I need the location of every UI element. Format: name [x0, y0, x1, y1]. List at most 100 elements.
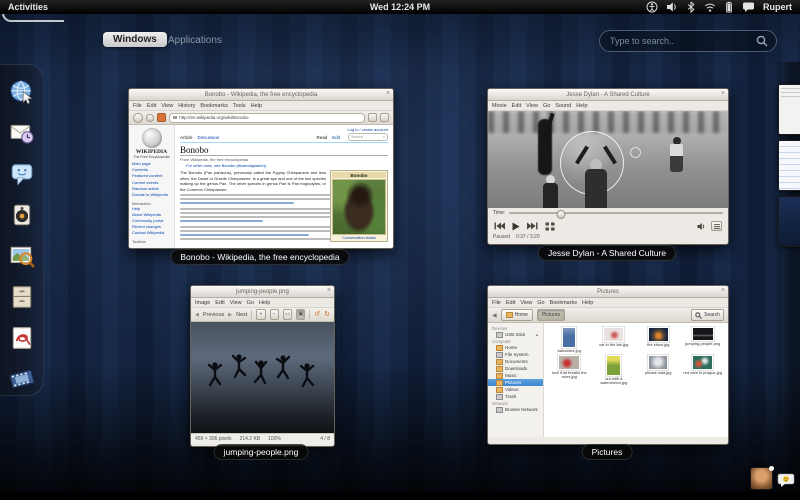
jumping-silhouettes — [207, 354, 315, 388]
wikipedia-page: WIKIPEDIA The Free Encyclopedia Main pag… — [129, 125, 393, 248]
file-item: jumping-people.png — [681, 328, 726, 353]
dock-item-rhythmbox[interactable] — [8, 201, 36, 229]
wiki-section-header: Toolbox — [132, 239, 146, 245]
file-item: fire show.jpg — [636, 328, 681, 353]
seek-slider — [509, 209, 723, 219]
workspace-thumbnail-1[interactable] — [778, 84, 800, 135]
mail-calendar-icon — [10, 124, 34, 144]
menu-image: Image — [195, 299, 211, 306]
image-dimensions: 459 × 306 pixels — [195, 436, 232, 442]
dock-item-documents[interactable] — [8, 324, 36, 352]
tab-windows[interactable]: Windows — [103, 32, 167, 47]
window-label-video: Jesse Dylan - A Shared Culture — [537, 245, 677, 261]
menu-sound: Sound — [555, 102, 572, 109]
fullscreen-icon — [545, 222, 555, 230]
next-icon — [527, 222, 538, 230]
video-title: Jesse Dylan - A Shared Culture — [566, 91, 650, 98]
window-video-player[interactable]: Jesse Dylan - A Shared Culture × Movie E… — [487, 88, 729, 245]
seek-handle — [556, 209, 566, 219]
image-menubar: Image Edit View Go Help — [191, 298, 334, 308]
file-cabinet-icon — [12, 286, 31, 308]
search-input[interactable] — [608, 35, 756, 47]
file-item: love that breaks the rules.jpg — [547, 356, 592, 386]
dash-dock — [0, 64, 44, 396]
files-sidebar: Devices USB Stick ▲ Computer Home File S… — [488, 323, 544, 437]
file-name: please wait.jpg — [645, 369, 672, 375]
message-tray-avatar[interactable] — [750, 466, 774, 490]
wiki-tabs: Article Discussion Read Edit Search ⌕ — [180, 133, 388, 143]
bluetooth-icon[interactable] — [686, 1, 696, 13]
file-name: red cars in prague.jpg — [683, 369, 723, 375]
scene-child — [670, 156, 683, 172]
best-fit-icon: ▣ — [296, 309, 306, 320]
sidebar-item-filesystem: File System — [488, 351, 543, 358]
window-file-manager[interactable]: Pictures × File Edit View Go Bookmarks H… — [487, 285, 729, 445]
browser-titlebar: Bonobo - Wikipedia, the free encyclopedi… — [129, 89, 393, 101]
file-item: cat in the lab.jpg — [592, 328, 637, 353]
video-titlebar: Jesse Dylan - A Shared Culture × — [488, 89, 728, 101]
workspace-detail — [781, 92, 800, 93]
window-browser[interactable]: Bonobo - Wikipedia, the free encyclopedi… — [128, 88, 394, 249]
menu-view: View — [161, 102, 174, 109]
file-thumbnail — [607, 356, 621, 376]
window-label-files: Pictures — [581, 444, 633, 460]
forward-icon — [146, 113, 154, 122]
file-thumbnail — [648, 328, 668, 341]
workspace-thumbnail-3[interactable] — [778, 196, 800, 247]
battery-icon[interactable] — [724, 1, 734, 13]
dock-item-movie-player[interactable] — [8, 365, 36, 393]
time-label: Time: — [493, 210, 506, 216]
tab-applications[interactable]: Applications — [168, 35, 222, 46]
close-icon: × — [720, 90, 725, 97]
user-menu[interactable]: Rupert — [763, 2, 792, 12]
seek-row: Time: — [488, 208, 728, 219]
next-button: Next — [236, 311, 248, 318]
activities-highlight — [2, 13, 64, 22]
scene-child — [543, 183, 558, 208]
text-line — [180, 234, 309, 237]
search-box[interactable] — [599, 30, 777, 52]
video-statusbar: Paused 0:37 / 3:20 — [488, 234, 728, 242]
web-browser-icon — [10, 80, 33, 105]
browser-menubar: File Edit View History Bookmarks Tools H… — [129, 101, 393, 111]
dock-item-file-cabinet[interactable] — [8, 283, 36, 311]
text-line — [180, 220, 264, 223]
playback-controls — [488, 218, 728, 234]
separator — [309, 310, 311, 319]
gnome-shell-overview: Activities Wed 12:24 PM Rupert Windows A… — [0, 0, 800, 500]
chat-icon[interactable] — [742, 1, 755, 13]
wikipedia-logo — [141, 128, 162, 148]
file-item: out with a watermelon.jpg — [592, 356, 637, 386]
folder-icon — [496, 358, 503, 365]
workspace-thumbnail-2[interactable] — [778, 140, 800, 191]
menu-bookmarks: Bookmarks — [549, 299, 578, 306]
url-bar: W http://en.wikipedia.org/wiki/Bonobo — [169, 112, 365, 123]
infobox-caption: Conservation status — [342, 236, 376, 240]
message-tray-chat-icon[interactable] — [777, 473, 795, 488]
clock[interactable]: Wed 12:24 PM — [370, 2, 430, 12]
menu-file: File — [133, 102, 142, 109]
activities-button[interactable]: Activities — [8, 2, 48, 12]
browser-title: Bonobo - Wikipedia, the free encyclopedi… — [204, 91, 318, 98]
dock-item-empathy[interactable] — [8, 160, 36, 188]
file-item: please wait.jpg — [636, 356, 681, 386]
accessibility-icon[interactable] — [646, 1, 658, 13]
image-toolbar: ◀ Previous ▶ Next + − 1:1 ▣ ↺ ↻ — [191, 308, 334, 322]
url-text: http://en.wikipedia.org/wiki/Bonobo — [179, 115, 249, 120]
dock-item-web-browser[interactable] — [8, 78, 36, 106]
sidebar-item-pictures: Pictures — [488, 379, 543, 386]
playback-time: 0:37 / 3:20 — [515, 234, 540, 240]
network-icon[interactable] — [704, 1, 716, 13]
menu-help: Help — [576, 102, 588, 109]
scene-child — [585, 169, 607, 208]
window-image-viewer[interactable]: jumping-people.png × Image Edit View Go … — [190, 285, 335, 447]
image-filesize: 214.2 KB — [239, 436, 261, 442]
wiki-section-header: Print/export — [132, 247, 171, 248]
chat-smiley-icon — [11, 164, 32, 186]
dock-item-image-viewer[interactable] — [8, 242, 36, 270]
sidebar-item-browse-network: Browse Network — [488, 406, 543, 413]
dock-item-evolution[interactable] — [8, 119, 36, 147]
file-item: red cars in prague.jpg — [681, 356, 726, 386]
volume-icon[interactable] — [666, 1, 678, 13]
image-viewer-icon — [10, 246, 35, 268]
